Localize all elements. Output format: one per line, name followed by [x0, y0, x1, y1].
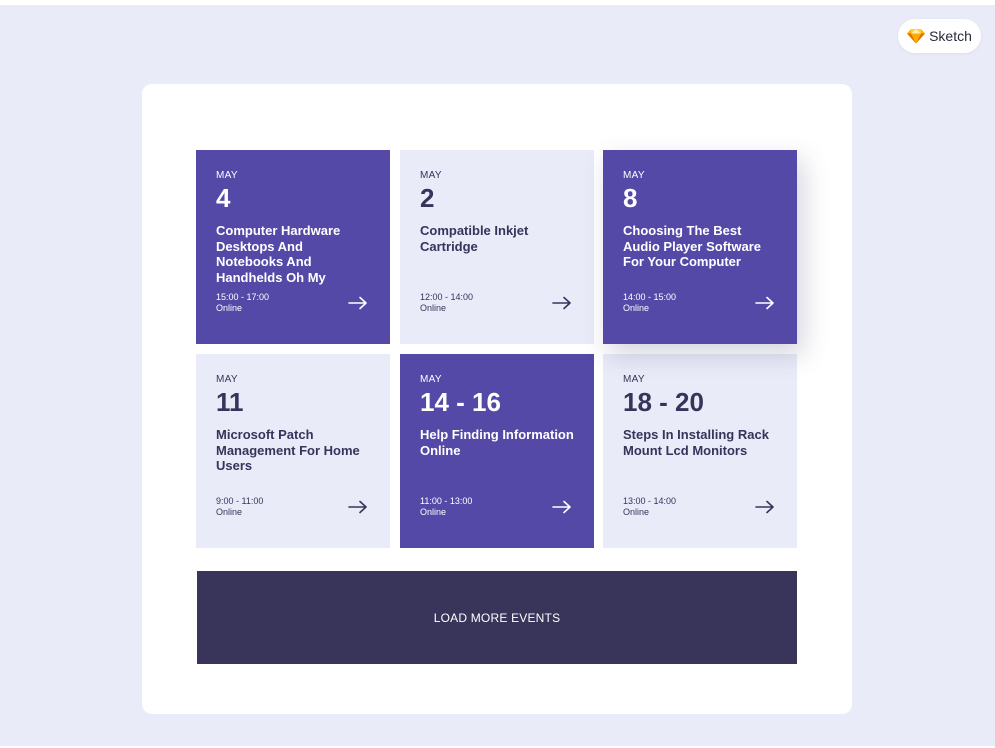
event-day: 2 — [420, 183, 435, 213]
event-footer: 12:00 - 14:00 Online — [420, 292, 574, 318]
event-time: 11:00 - 13:00 — [420, 496, 473, 506]
event-title: Compatible Inkjet Cartridge — [420, 223, 529, 254]
event-location: Online — [216, 303, 243, 313]
event-tile-6[interactable]: MAY 18 - 20 Steps In Installing Rack Mou… — [603, 354, 797, 548]
event-title: Microsoft Patch Management For Home User… — [216, 427, 360, 473]
event-time: 13:00 - 14:00 — [623, 496, 677, 506]
event-time: 15:00 - 17:00 — [216, 292, 270, 302]
sketch-badge[interactable]: Sketch — [898, 19, 981, 53]
event-day: 11 — [216, 387, 244, 417]
arrow-right-icon[interactable] — [552, 500, 572, 514]
event-title: Choosing The Best Audio Player Software … — [623, 223, 761, 269]
event-month: MAY — [420, 374, 442, 385]
arrow-right-icon[interactable] — [755, 296, 775, 310]
event-title: Computer Hardware Desktops And Notebooks… — [216, 223, 341, 285]
event-month: MAY — [420, 170, 442, 181]
arrow-right-icon[interactable] — [755, 500, 775, 514]
event-title: Help Finding Information Online — [420, 427, 574, 458]
arrow-right-icon[interactable] — [348, 296, 368, 310]
event-month: MAY — [216, 374, 238, 385]
event-tile-3[interactable]: MAY 8 Choosing The Best Audio Player Sof… — [603, 150, 797, 344]
event-day: 14 - 16 — [420, 387, 501, 417]
event-day: 4 — [216, 183, 231, 213]
event-time: 12:00 - 14:00 — [420, 292, 474, 302]
event-location: Online — [420, 303, 447, 313]
event-footer: 14:00 - 15:00 Online — [623, 292, 777, 318]
event-location: Online — [623, 507, 650, 517]
event-tile-4[interactable]: MAY 11 Microsoft Patch Management For Ho… — [196, 354, 390, 548]
event-footer: 15:00 - 17:00 Online — [216, 292, 370, 318]
event-day: 8 — [623, 183, 638, 213]
event-tile-1[interactable]: MAY 4 Computer Hardware Desktops And Not… — [196, 150, 390, 344]
event-footer: 13:00 - 14:00 Online — [623, 496, 777, 522]
event-day: 18 - 20 — [623, 387, 704, 417]
event-footer: 9:00 - 11:00 Online — [216, 496, 370, 522]
event-footer: 11:00 - 13:00 Online — [420, 496, 574, 522]
events-grid: MAY 4 Computer Hardware Desktops And Not… — [196, 150, 798, 548]
event-tile-2[interactable]: MAY 2 Compatible Inkjet Cartridge 12:00 … — [400, 150, 594, 344]
event-month: MAY — [216, 170, 238, 181]
event-month: MAY — [623, 170, 645, 181]
event-tile-5[interactable]: MAY 14 - 16 Help Finding Information Onl… — [400, 354, 594, 548]
load-more-events-button[interactable]: LOAD MORE EVENTS — [197, 571, 797, 664]
events-card: MAY 4 Computer Hardware Desktops And Not… — [142, 84, 852, 714]
event-time: 14:00 - 15:00 — [623, 292, 677, 302]
event-time: 9:00 - 11:00 — [216, 496, 264, 506]
sketch-diamond-icon — [907, 28, 926, 44]
arrow-right-icon[interactable] — [348, 500, 368, 514]
event-title: Steps In Installing Rack Mount Lcd Monit… — [623, 427, 769, 458]
event-location: Online — [216, 507, 243, 517]
arrow-right-icon[interactable] — [552, 296, 572, 310]
sketch-badge-label: Sketch — [929, 28, 972, 44]
event-location: Online — [623, 303, 650, 313]
event-location: Online — [420, 507, 447, 517]
event-month: MAY — [623, 374, 645, 385]
